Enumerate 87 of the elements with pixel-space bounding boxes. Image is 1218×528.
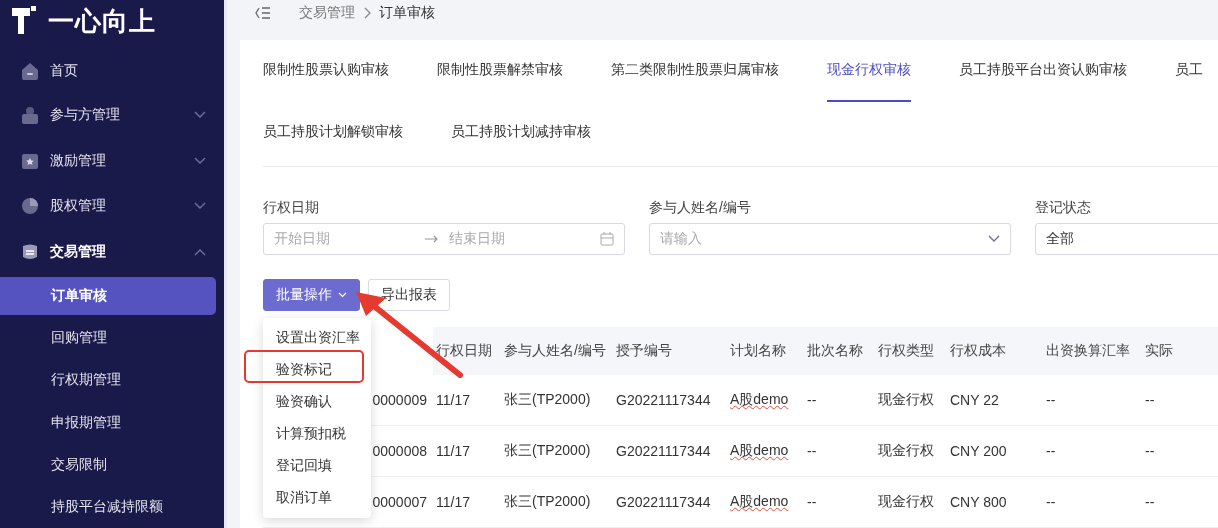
column-header: 授予编号: [613, 327, 727, 375]
table-cell-text: 11/17: [435, 442, 471, 461]
table-cell-text: A股demo: [729, 390, 790, 409]
nav-item[interactable]: 交易管理: [0, 229, 224, 276]
table-cell-text: 0000009: [371, 391, 428, 410]
chevron-up-icon: [194, 248, 206, 257]
table-cell-text: --: [806, 391, 818, 410]
column-header: 出资换算汇率: [1043, 327, 1142, 375]
nav-subitem[interactable]: 持股平台减持限额: [0, 487, 216, 527]
breadcrumb-item[interactable]: 交易管理: [299, 4, 355, 22]
filter-label: 登记状态: [1035, 199, 1092, 217]
column-header: 行权成本: [947, 327, 1043, 375]
arrow-right-icon: [425, 235, 439, 243]
menu-item[interactable]: 验资确认: [263, 386, 371, 418]
table-cell-text: 0000007: [371, 493, 428, 512]
status-select[interactable]: 全部: [1035, 223, 1218, 255]
table-cell-text: CNY 800: [949, 493, 1008, 512]
tab[interactable]: 第二类限制性股票归属审核: [611, 40, 779, 102]
column-header: 实际: [1142, 327, 1218, 375]
table-cell-text: --: [1144, 493, 1156, 512]
nav-icon: [20, 196, 40, 217]
nav-subitem[interactable]: 行权期管理: [0, 361, 216, 400]
table-cell-text: 张三(TP2000): [503, 492, 592, 511]
caret-icon: [338, 292, 347, 298]
table-cell-text: G20221117344: [615, 493, 712, 512]
nav-subitem[interactable]: 回购管理: [0, 319, 216, 358]
chevron-down-icon: [194, 110, 206, 119]
table-cell-text: 张三(TP2000): [503, 390, 592, 409]
nav-icon: [20, 61, 40, 81]
menu-item[interactable]: 登记回填: [263, 450, 371, 482]
calendar-icon: [600, 232, 614, 246]
tab[interactable]: 员工持股计划减持审核: [451, 102, 591, 164]
table-cell-text: --: [1144, 442, 1156, 461]
nav-item[interactable]: 参与方管理: [0, 91, 224, 138]
table-cell-text: --: [1144, 391, 1156, 410]
export-button[interactable]: 导出报表: [368, 279, 450, 311]
nav-icon: [20, 104, 40, 125]
nav-item[interactable]: 股权管理: [0, 183, 224, 230]
batch-button[interactable]: 批量操作: [263, 279, 360, 311]
tab[interactable]: 员工持股平台出资认购审核: [959, 40, 1127, 102]
nav-subitem[interactable]: 订单审核: [0, 277, 216, 316]
filter-label: 参与人姓名/编号: [649, 199, 752, 217]
table-cell-text: --: [1045, 442, 1057, 461]
table-cell-text: G20221117344: [615, 391, 712, 410]
column-header: 参与人姓名/编号: [501, 327, 613, 375]
filter-label: 行权日期: [263, 199, 320, 217]
table-cell-text: 现金行权: [877, 390, 935, 409]
chevron-down-icon: [194, 156, 206, 165]
column-header: 行权类型: [875, 327, 947, 375]
nav-subitem[interactable]: 申报期管理: [0, 403, 216, 442]
tab[interactable]: 限制性股票解禁审核: [437, 40, 563, 102]
chevron-down-icon: [194, 202, 206, 211]
column-header: 计划名称: [727, 327, 804, 375]
tab[interactable]: 员工持股计划解锁审核: [263, 102, 403, 164]
tab[interactable]: 限制性股票认购审核: [263, 40, 389, 102]
nav-item[interactable]: 激励管理: [0, 137, 224, 184]
table-cell-text: 现金行权: [877, 441, 935, 460]
logo-icon: [12, 6, 38, 36]
logo-text: 一心向上: [48, 4, 156, 38]
breadcrumb-item: 订单审核: [379, 4, 435, 22]
table-cell-text: 现金行权: [877, 492, 935, 511]
column-header: 行权日期: [433, 327, 501, 375]
table-cell-text: 11/17: [435, 493, 471, 512]
table-cell-text: G20221117344: [615, 442, 712, 461]
table-cell-text: A股demo: [729, 492, 790, 511]
tab[interactable]: 员工: [1175, 40, 1203, 102]
table-cell-text: --: [806, 442, 818, 461]
nav-subitem[interactable]: 交易限制: [0, 445, 216, 484]
table-cell-text: 张三(TP2000): [503, 441, 592, 460]
tab[interactable]: 现金行权审核: [827, 40, 911, 102]
table-cell-text: CNY 22: [949, 391, 1000, 410]
table-cell-text: 11/17: [435, 391, 471, 410]
table-cell-text: --: [1045, 391, 1057, 410]
column-header: 批次名称: [804, 327, 875, 375]
table-cell-text: --: [806, 493, 818, 512]
table-cell-text: --: [1045, 493, 1057, 512]
nav-item[interactable]: 首页: [0, 50, 224, 92]
table-cell-text: A股demo: [729, 441, 790, 460]
menu-item[interactable]: 验资标记: [263, 354, 371, 386]
menu-item[interactable]: 取消订单: [263, 482, 371, 514]
chevron-down-icon: [988, 235, 1000, 243]
menu-item[interactable]: 设置出资汇率: [263, 322, 371, 354]
menu-collapse-icon[interactable]: [255, 6, 271, 20]
chevron-right-icon: [363, 7, 371, 19]
table-cell-text: CNY 200: [949, 442, 1008, 461]
table-cell-text: 0000008: [371, 442, 428, 461]
menu-item[interactable]: 计算预扣税: [263, 418, 371, 450]
